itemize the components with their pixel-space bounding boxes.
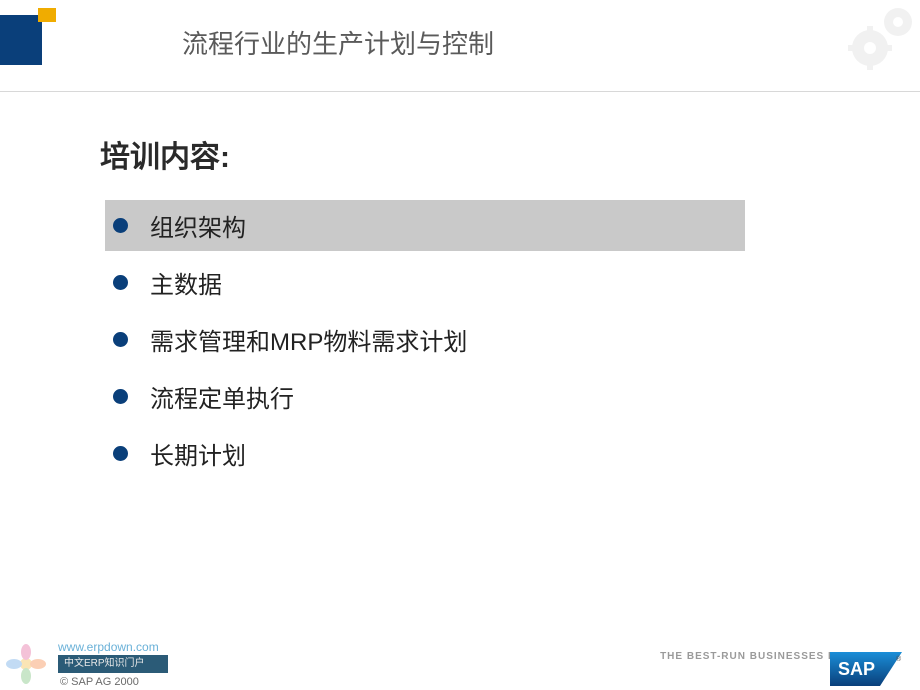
gears-icon	[840, 0, 920, 75]
footer: www.erpdown.com 中文ERP知识门户 © SAP AG 2000 …	[0, 618, 920, 690]
svg-text:®: ®	[896, 655, 902, 663]
slide-title: 流程行业的生产计划与控制	[182, 24, 494, 61]
bullet-dot-icon	[113, 275, 128, 290]
bullet-label: 需求管理和MRP物料需求计划	[150, 322, 467, 357]
bullet-dot-icon	[113, 389, 128, 404]
bullet-item-org-structure: 组织架构	[105, 200, 745, 251]
bullet-item-long-term-plan: 长期计划	[105, 428, 820, 479]
bullet-dot-icon	[113, 332, 128, 347]
sap-logo-icon: SAP ®	[830, 652, 902, 686]
bullet-list: 组织架构 主数据 需求管理和MRP物料需求计划 流程定单执行 长期计划	[105, 200, 820, 479]
bullet-dot-icon	[113, 218, 128, 233]
footer-copyright: © SAP AG 2000	[60, 676, 139, 688]
watermark-flower-icon	[3, 641, 49, 687]
footer-badge: 中文ERP知识门户	[58, 655, 168, 673]
bullet-item-process-order: 流程定单执行	[105, 371, 820, 422]
svg-text:SAP: SAP	[838, 659, 875, 679]
section-heading: 培训内容:	[100, 132, 820, 176]
bullet-item-master-data: 主数据	[105, 257, 820, 308]
content-area: 培训内容: 组织架构 主数据 需求管理和MRP物料需求计划 流程定单执行 长期计…	[0, 92, 920, 479]
header: 流程行业的生产计划与控制	[0, 0, 920, 92]
brand-accent-icon	[38, 8, 56, 22]
bullet-item-mrp: 需求管理和MRP物料需求计划	[105, 314, 820, 365]
brand-square-icon	[0, 15, 42, 65]
bullet-label: 主数据	[150, 265, 222, 300]
footer-url: www.erpdown.com	[58, 640, 159, 654]
bullet-label: 长期计划	[150, 436, 246, 471]
bullet-label: 组织架构	[150, 208, 246, 243]
bullet-label: 流程定单执行	[150, 379, 294, 414]
bullet-dot-icon	[113, 446, 128, 461]
